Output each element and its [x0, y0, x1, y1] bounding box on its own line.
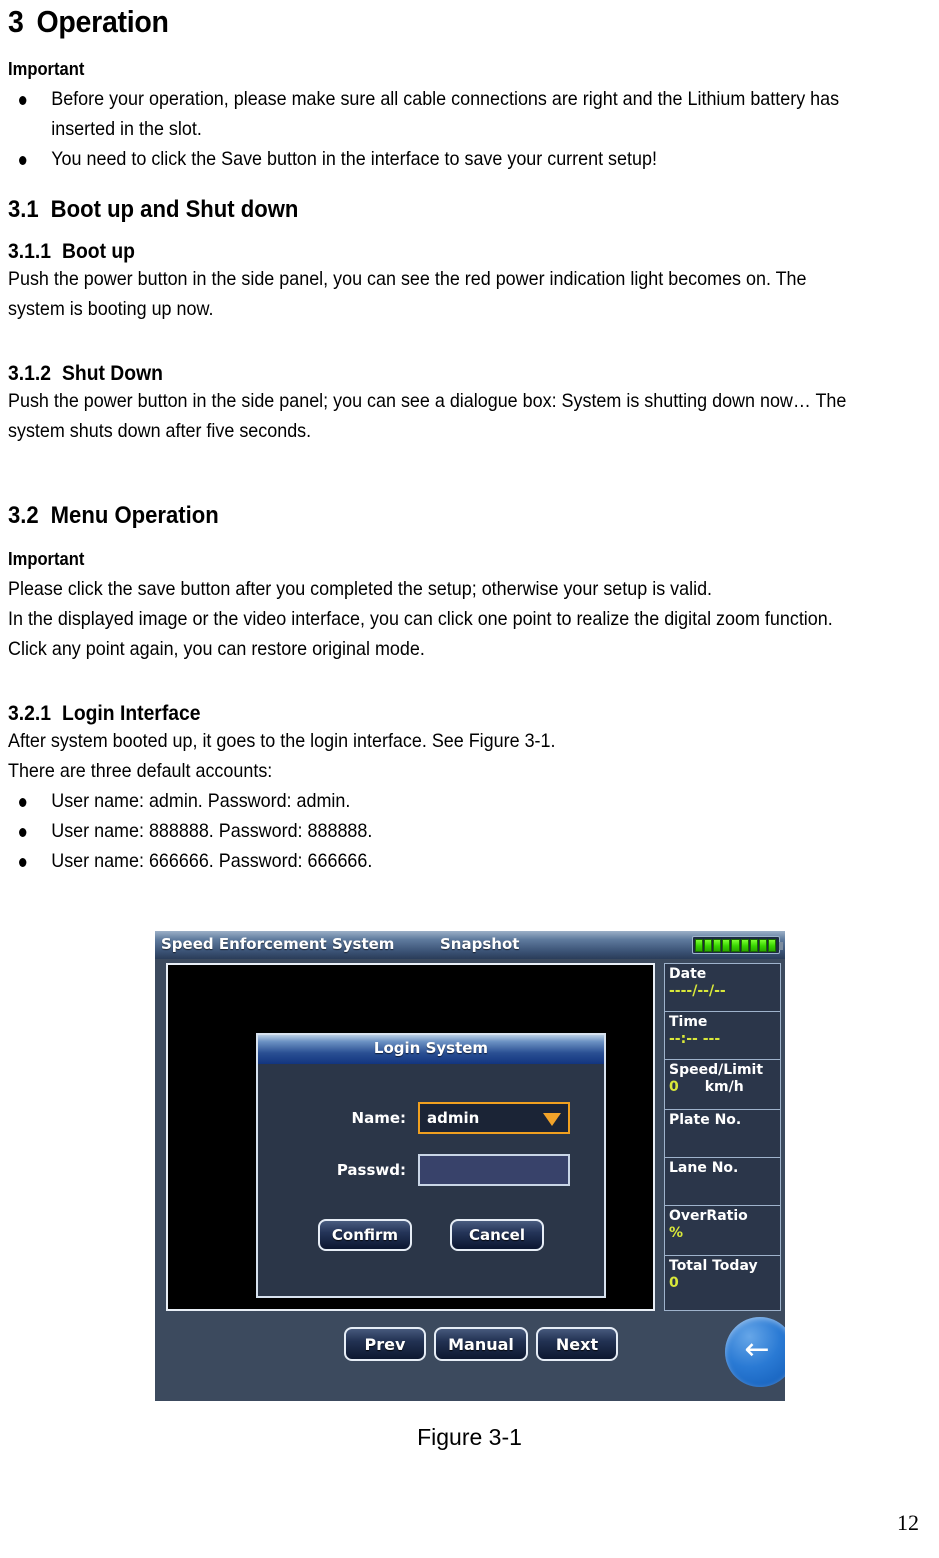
section-number-3-1: 3.1	[8, 196, 39, 223]
info-row-date: Date ----/--/--	[665, 964, 780, 1012]
section-heading-3-1-1: 3.1.1 Boot up	[8, 240, 859, 264]
name-select[interactable]: admin	[418, 1102, 570, 1134]
speed-value: 0	[669, 1079, 679, 1095]
chevron-down-icon	[543, 1113, 561, 1126]
section-3-1-1-body: Push the power button in the side panel,…	[8, 268, 807, 320]
login-dialog-body: Name: admin Passwd: Confirm Cancel	[258, 1064, 604, 1296]
default-accounts-list: User name: admin. Password: admin. User …	[8, 786, 859, 876]
name-select-value: admin	[427, 1109, 480, 1127]
info-label: Lane No.	[669, 1160, 739, 1176]
page-number: 12	[897, 1510, 919, 1535]
passwd-label: Passwd:	[336, 1161, 406, 1179]
section-3-2-1-body-line-1: After system booted up, it goes to the l…	[8, 730, 556, 752]
login-dialog-title: Login System	[373, 1039, 489, 1057]
info-value: 0	[669, 1275, 679, 1291]
passwd-input[interactable]	[418, 1154, 570, 1186]
section-3-1-2-body: Push the power button in the side panel;…	[8, 390, 847, 442]
back-button[interactable]: ←	[725, 1317, 785, 1387]
info-label: Date	[669, 966, 707, 982]
info-label: OverRatio	[669, 1208, 748, 1224]
passwd-field-row: Passwd:	[258, 1154, 604, 1186]
section-title-3-1-2: Shut Down	[62, 362, 163, 385]
speed-enforcement-device-screen: Speed Enforcement System Snapshot Date -…	[155, 931, 785, 1401]
list-item: User name: 888888. Password: 888888.	[8, 816, 859, 846]
section-number-3: 3	[8, 4, 24, 39]
section-title-3-2-1: Login Interface	[62, 702, 201, 725]
list-item: You need to click the Save button in the…	[8, 144, 859, 174]
info-row-total-today: Total Today 0	[665, 1256, 780, 1308]
document-body: 3 Operation Important Before your operati…	[8, 0, 933, 876]
info-value: %	[669, 1225, 684, 1241]
section-heading-3: 3 Operation	[8, 4, 859, 40]
prev-button[interactable]: Prev	[344, 1327, 426, 1361]
document-page: 3 Operation Important Before your operati…	[0, 0, 939, 1558]
section-number-3-1-1: 3.1.1	[8, 240, 51, 263]
list-item: Before your operation, please make sure …	[8, 84, 859, 144]
login-dialog-titlebar: Login System	[258, 1035, 604, 1064]
info-sidebar: Date ----/--/-- Time --:-- --- Speed/Lim…	[664, 963, 781, 1311]
info-label: Speed/Limit	[669, 1062, 764, 1078]
section-heading-3-1: 3.1 Boot up and Shut down	[8, 196, 859, 224]
login-dialog-buttons: Confirm Cancel	[258, 1219, 604, 1251]
info-value: ----/--/--	[669, 983, 726, 999]
info-label: Plate No.	[669, 1112, 742, 1128]
section-title-3: Operation	[36, 4, 169, 39]
section-title-3-1: Boot up and Shut down	[50, 196, 299, 223]
back-arrow-icon: ←	[744, 1332, 770, 1367]
section-3-2-body-line-2: In the displayed image or the video inte…	[8, 608, 833, 660]
figure-caption: Figure 3-1	[417, 1424, 522, 1450]
name-label: Name:	[351, 1109, 406, 1127]
info-value: --:-- ---	[669, 1031, 721, 1047]
device-titlebar: Speed Enforcement System Snapshot	[155, 931, 785, 959]
device-bottom-bar: Prev Manual Next	[166, 1316, 781, 1372]
login-dialog: Login System Name: admin Passwd: Confirm…	[256, 1033, 606, 1298]
section-title-3-2: Menu Operation	[50, 502, 219, 529]
section-number-3-2-1: 3.2.1	[8, 702, 51, 725]
info-row-time: Time --:-- ---	[665, 1012, 780, 1060]
section-heading-3-2-1: 3.2.1 Login Interface	[8, 702, 859, 726]
info-row-speed-limit: Speed/Limit 0 km/h	[665, 1060, 780, 1110]
app-title: Speed Enforcement System	[161, 935, 395, 953]
info-label: Total Today	[669, 1258, 758, 1274]
section-3-bullet-list: Before your operation, please make sure …	[8, 84, 859, 174]
name-field-row: Name: admin	[258, 1102, 604, 1134]
section-3-2-1-body-line-2: There are three default accounts:	[8, 760, 273, 782]
section-title-3-1-1: Boot up	[62, 240, 135, 263]
info-row-lane-no: Lane No.	[665, 1158, 780, 1206]
mode-title: Snapshot	[440, 935, 520, 953]
info-value: 0 km/h	[669, 1079, 776, 1096]
list-item: User name: admin. Password: admin.	[8, 786, 859, 816]
section-3-2-body-line-1: Please click the save button after you c…	[8, 578, 713, 600]
battery-full-icon	[692, 936, 783, 954]
section-number-3-2: 3.2	[8, 502, 39, 529]
list-item: User name: 666666. Password: 666666.	[8, 846, 859, 876]
section-heading-3-1-2: 3.1.2 Shut Down	[8, 362, 859, 386]
next-button[interactable]: Next	[536, 1327, 618, 1361]
cancel-button[interactable]: Cancel	[450, 1219, 544, 1251]
section-heading-3-2: 3.2 Menu Operation	[8, 502, 859, 530]
confirm-button[interactable]: Confirm	[318, 1219, 412, 1251]
important-label-2: Important	[8, 549, 85, 569]
info-row-over-ratio: OverRatio %	[665, 1206, 780, 1256]
manual-button[interactable]: Manual	[434, 1327, 528, 1361]
info-row-plate-no: Plate No.	[665, 1110, 780, 1158]
section-number-3-1-2: 3.1.2	[8, 362, 51, 385]
info-label: Time	[669, 1014, 708, 1030]
important-label-1: Important	[8, 59, 85, 79]
figure-3-1-image: Speed Enforcement System Snapshot Date -…	[155, 931, 785, 1401]
speed-unit: km/h	[704, 1079, 744, 1095]
